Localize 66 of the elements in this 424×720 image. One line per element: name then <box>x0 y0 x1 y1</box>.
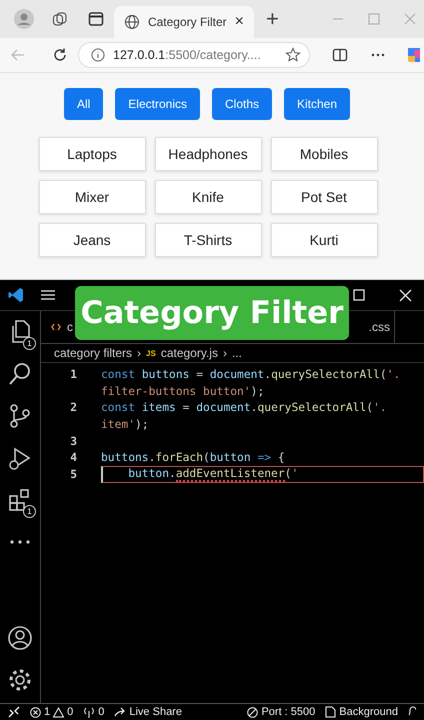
line-number: 2 <box>69 401 77 414</box>
product-card: Mixer <box>38 180 146 214</box>
product-card: Mobiles <box>270 137 378 171</box>
globe-icon <box>124 14 140 30</box>
filter-button[interactable]: Kitchen <box>284 88 350 120</box>
reload-icon[interactable] <box>52 47 68 63</box>
info-icon <box>91 48 105 62</box>
javascript-file-icon: JS <box>146 348 156 358</box>
vscode-logo-icon <box>8 287 24 303</box>
breadcrumb-file[interactable]: category.js <box>160 346 218 360</box>
product-card: Pot Set <box>270 180 378 214</box>
filter-button[interactable]: Electronics <box>115 88 200 120</box>
browser-tab[interactable]: Category Filter × <box>114 6 254 38</box>
product-card: Kurti <box>270 223 378 257</box>
code-line: button.addEventListener(' <box>127 466 298 482</box>
code-line: item'); <box>101 418 149 431</box>
product-card: Headphones <box>154 137 262 171</box>
warning-icon <box>53 706 64 718</box>
new-tab-button[interactable]: + <box>266 6 279 32</box>
filter-button[interactable]: Cloths <box>212 88 272 120</box>
run-debug-icon[interactable] <box>7 445 33 471</box>
breadcrumb-separator: › <box>222 346 227 360</box>
document-icon <box>325 706 336 718</box>
product-card: T-Shirts <box>154 223 262 257</box>
copilot-icon[interactable] <box>406 46 420 64</box>
line-number: 1 <box>69 368 77 381</box>
antenna-icon <box>83 706 96 718</box>
live-share-button[interactable]: Live Share <box>114 706 182 718</box>
product-card: Laptops <box>38 137 146 171</box>
address-field[interactable]: 127.0.0.1:5500/category.... <box>78 42 310 68</box>
port-button[interactable]: Port : 5500 <box>247 706 316 718</box>
blocked-icon <box>247 706 258 718</box>
title-banner: Category Filter <box>75 286 349 340</box>
notification-badge: 1 <box>23 337 36 350</box>
background-button[interactable]: Background <box>325 706 398 718</box>
breadcrumb-more[interactable]: ... <box>232 346 242 360</box>
editor-tab[interactable]: c <box>41 311 75 343</box>
product-card: Jeans <box>38 223 146 257</box>
line-number: 3 <box>69 434 77 448</box>
favorite-star-icon[interactable] <box>285 47 301 63</box>
notification-badge: 1 <box>23 505 36 518</box>
product-card: Knife <box>154 180 262 214</box>
code-line: filter-buttons button'); <box>101 384 264 398</box>
error-icon <box>30 706 41 718</box>
filter-button[interactable]: All <box>64 88 104 120</box>
search-icon[interactable] <box>7 361 33 387</box>
code-line: buttons.forEach(button => { <box>101 451 285 464</box>
breadcrumb-separator: › <box>137 346 142 360</box>
collections-icon[interactable] <box>52 11 68 27</box>
breadcrumb-folder[interactable]: category filters <box>54 346 132 360</box>
profile-icon[interactable] <box>14 9 34 29</box>
tab-actions-icon[interactable] <box>88 11 104 27</box>
close-tab-button[interactable]: × <box>234 13 244 31</box>
code-line: const buttons = document.querySelectorAll('. <box>101 368 400 381</box>
account-icon[interactable] <box>7 625 33 651</box>
share-icon <box>114 706 126 718</box>
editor-tab[interactable]: .css <box>350 311 395 343</box>
code-line: const items = document.querySelectorAll('. <box>101 401 387 414</box>
settings-icon[interactable] <box>7 667 33 693</box>
problems-indicator[interactable]: 1 0 <box>30 706 74 718</box>
split-screen-icon[interactable] <box>332 47 348 63</box>
url-text: 127.0.0.1:5500/category.... <box>113 48 262 62</box>
remote-icon[interactable] <box>8 706 20 718</box>
ports-indicator[interactable]: 0 <box>83 706 104 718</box>
line-number: 4 <box>69 451 77 464</box>
line-number: 5 <box>69 468 77 481</box>
